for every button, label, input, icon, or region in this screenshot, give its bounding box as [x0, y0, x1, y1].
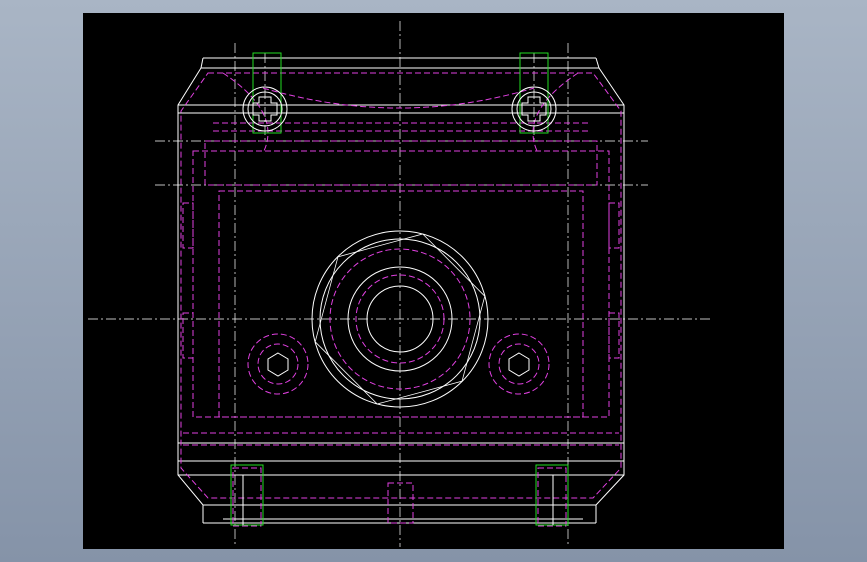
bottom-slots: [230, 464, 569, 526]
side-hole-left: [247, 333, 309, 395]
front-view-drawing: [88, 21, 713, 547]
side-hole-right: [488, 333, 550, 395]
cad-viewport[interactable]: [83, 13, 784, 549]
body-outline: [177, 57, 625, 524]
